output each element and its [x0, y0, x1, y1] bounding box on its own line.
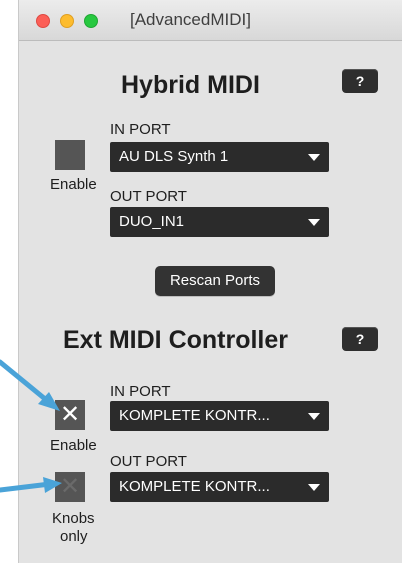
chevron-down-icon	[308, 154, 320, 161]
checkmark-x-icon: ✕	[59, 401, 81, 428]
minimize-button[interactable]	[60, 14, 74, 28]
ext-in-port-label: IN PORT	[110, 383, 171, 400]
hybrid-in-port-label: IN PORT	[110, 121, 171, 138]
ext-enable-label: Enable	[50, 437, 97, 454]
hybrid-out-port-dropdown[interactable]: DUO_IN1	[110, 207, 329, 237]
ext-enable-checkbox[interactable]: ✕	[55, 400, 85, 430]
close-button[interactable]	[36, 14, 50, 28]
chevron-down-icon	[308, 219, 320, 226]
knobs-only-checkbox[interactable]: ✕	[55, 472, 85, 502]
ext-midi-controller-heading: Ext MIDI Controller	[63, 326, 289, 354]
checkmark-x-icon: ✕	[59, 473, 81, 500]
hybrid-out-port-label: OUT PORT	[110, 188, 187, 205]
ext-help-button[interactable]: ?	[342, 327, 378, 351]
title-bar[interactable]: [AdvancedMIDI]	[19, 0, 402, 41]
hybrid-out-port-value: DUO_IN1	[119, 213, 185, 230]
hybrid-enable-label: Enable	[50, 176, 97, 193]
advancedmidi-window: [AdvancedMIDI] Hybrid MIDI ? Enable IN P…	[18, 0, 402, 563]
hybrid-in-port-dropdown[interactable]: AU DLS Synth 1	[110, 142, 329, 172]
hybrid-in-port-value: AU DLS Synth 1	[119, 148, 229, 165]
ext-out-port-label: OUT PORT	[110, 453, 187, 470]
ext-out-port-dropdown[interactable]: KOMPLETE KONTR...	[110, 472, 329, 502]
zoom-button[interactable]	[84, 14, 98, 28]
hybrid-help-button[interactable]: ?	[342, 69, 378, 93]
knobs-only-label-line2: only	[60, 528, 88, 545]
ext-in-port-dropdown[interactable]: KOMPLETE KONTR...	[110, 401, 329, 431]
hybrid-enable-checkbox[interactable]	[55, 140, 85, 170]
chevron-down-icon	[308, 413, 320, 420]
rescan-ports-button[interactable]: Rescan Ports	[155, 266, 275, 296]
chevron-down-icon	[308, 484, 320, 491]
hybrid-midi-heading: Hybrid MIDI	[121, 71, 260, 99]
window-title: [AdvancedMIDI]	[130, 10, 251, 29]
ext-out-port-value: KOMPLETE KONTR...	[119, 478, 270, 495]
ext-in-port-value: KOMPLETE KONTR...	[119, 407, 270, 424]
knobs-only-label-line1: Knobs	[52, 510, 95, 527]
